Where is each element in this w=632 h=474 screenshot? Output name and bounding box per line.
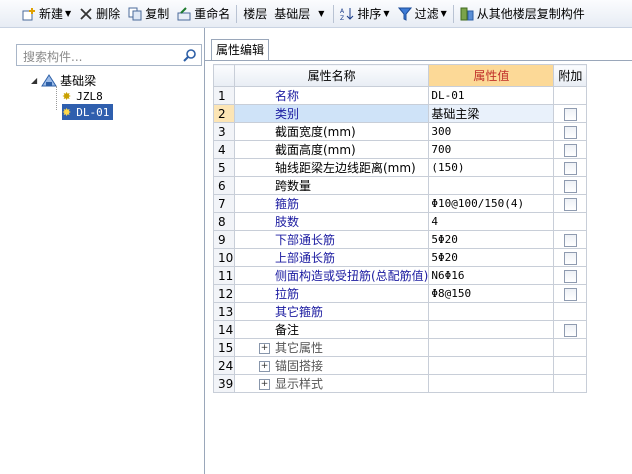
sort-az-icon: AZ [340,7,354,22]
table-row[interactable]: 6 跨数量 [213,176,588,195]
svg-text:Z: Z [340,15,344,21]
table-row[interactable]: 4 截面高度(mm) 700 [213,140,588,159]
separator [236,4,238,23]
gear-icon: ✸ [62,105,72,119]
table-row-group[interactable]: 15 + 其它属性 [213,338,588,357]
separator [333,4,335,23]
header-property-name: 属性名称 [233,64,430,87]
filter-button[interactable]: 过滤 ▼ [394,3,451,25]
table-row[interactable]: 14 备注 [213,320,588,339]
dropdown-arrow-icon[interactable]: ▼ [65,9,71,18]
checkbox[interactable] [563,323,577,337]
grid-header-row: 属性名称 属性值 附加 [213,64,588,87]
expand-plus-icon[interactable]: + [259,361,270,372]
floor-dropdown[interactable]: 基础层 ▼ [271,4,327,24]
new-button[interactable]: 新建 ▼ [0,3,75,25]
table-row-group[interactable]: 39 + 显示样式 [213,374,588,393]
collapse-triangle-icon[interactable]: ◢ [31,76,37,85]
expand-plus-icon[interactable]: + [259,379,270,390]
table-row-group[interactable]: 24 + 锚固搭接 [213,356,588,375]
divider [205,60,632,61]
tree-node-dl01[interactable]: ✸ DL-01 [62,104,114,120]
toolbar: 新建 ▼ 删除 复制 重命名 楼层 基础层 ▼ AZ 排序 ▼ 过滤 ▼ 从其他… [0,0,632,28]
table-row[interactable]: 12 拉筋 Φ8@150 [213,284,588,303]
floor-selector: 楼层 基础层 ▼ [239,3,331,25]
sort-button[interactable]: AZ 排序 ▼ [336,3,393,25]
chevron-down-icon: ▼ [318,9,325,18]
table-row[interactable]: 8 肢数 4 [213,212,588,231]
search-icon[interactable] [183,48,197,62]
table-row-selected[interactable]: 2 类别 基础主梁 [213,104,588,123]
checkbox[interactable] [563,251,577,265]
copy-button[interactable]: 复制 [124,3,173,25]
rename-icon [177,6,191,21]
tab-property-edit[interactable]: 属性编辑 [211,39,270,60]
table-row[interactable]: 3 截面宽度(mm) 300 [213,122,588,141]
checkbox[interactable] [563,125,577,139]
filter-icon [397,7,412,21]
table-row[interactable]: 11 侧面构造或受扭筋(总配筋值) N6Φ16 [213,266,588,285]
checkbox[interactable] [563,197,577,211]
checkbox[interactable] [563,233,577,247]
table-row[interactable]: 5 轴线距梁左边线距离(mm) (150) [213,158,588,177]
beam-category-icon [41,73,58,87]
svg-text:A: A [340,8,345,15]
table-row[interactable]: 1 名称 DL-01 [213,86,588,105]
tab-bar: 属性编辑 [205,39,632,61]
rename-button[interactable]: 重命名 [173,3,234,25]
checkbox[interactable] [563,143,577,157]
header-row-number [213,64,235,87]
tree-node-jzl8[interactable]: ✸ JZL8 [62,88,103,104]
new-icon [22,7,36,21]
search-input[interactable]: 搜索构件... [16,44,202,66]
checkbox[interactable] [563,179,577,193]
table-row[interactable]: 7 箍筋 Φ10@100/150(4) [213,194,588,213]
expand-plus-icon[interactable]: + [259,343,270,354]
copy-icon [128,7,142,21]
dropdown-arrow-icon[interactable]: ▼ [383,9,389,18]
copy-from-other-floor-button[interactable]: 从其他楼层复制构件 [456,3,589,25]
tree-node-root[interactable]: ◢ 基础梁 [31,72,96,88]
delete-button[interactable]: 删除 [75,3,124,25]
checkbox[interactable] [563,269,577,283]
delete-x-icon [79,7,93,21]
checkbox[interactable] [563,287,577,301]
gear-icon: ✸ [62,89,72,103]
table-row[interactable]: 9 下部通长筋 5Φ20 [213,230,588,249]
table-row[interactable]: 13 其它箍筋 [213,302,588,321]
header-extra: 附加 [553,64,588,87]
checkbox[interactable] [563,161,577,175]
header-property-value: 属性值 [428,64,555,87]
dropdown-arrow-icon[interactable]: ▼ [441,9,447,18]
tree-connector [56,86,58,110]
checkbox[interactable] [563,107,577,121]
property-grid: 属性名称 属性值 附加 1 名称 DL-01 2 类别 基础主梁 3 截面宽度(… [213,64,588,393]
table-row[interactable]: 10 上部通长筋 5Φ20 [213,248,588,267]
separator [452,4,454,23]
floor-copy-icon [460,7,474,21]
